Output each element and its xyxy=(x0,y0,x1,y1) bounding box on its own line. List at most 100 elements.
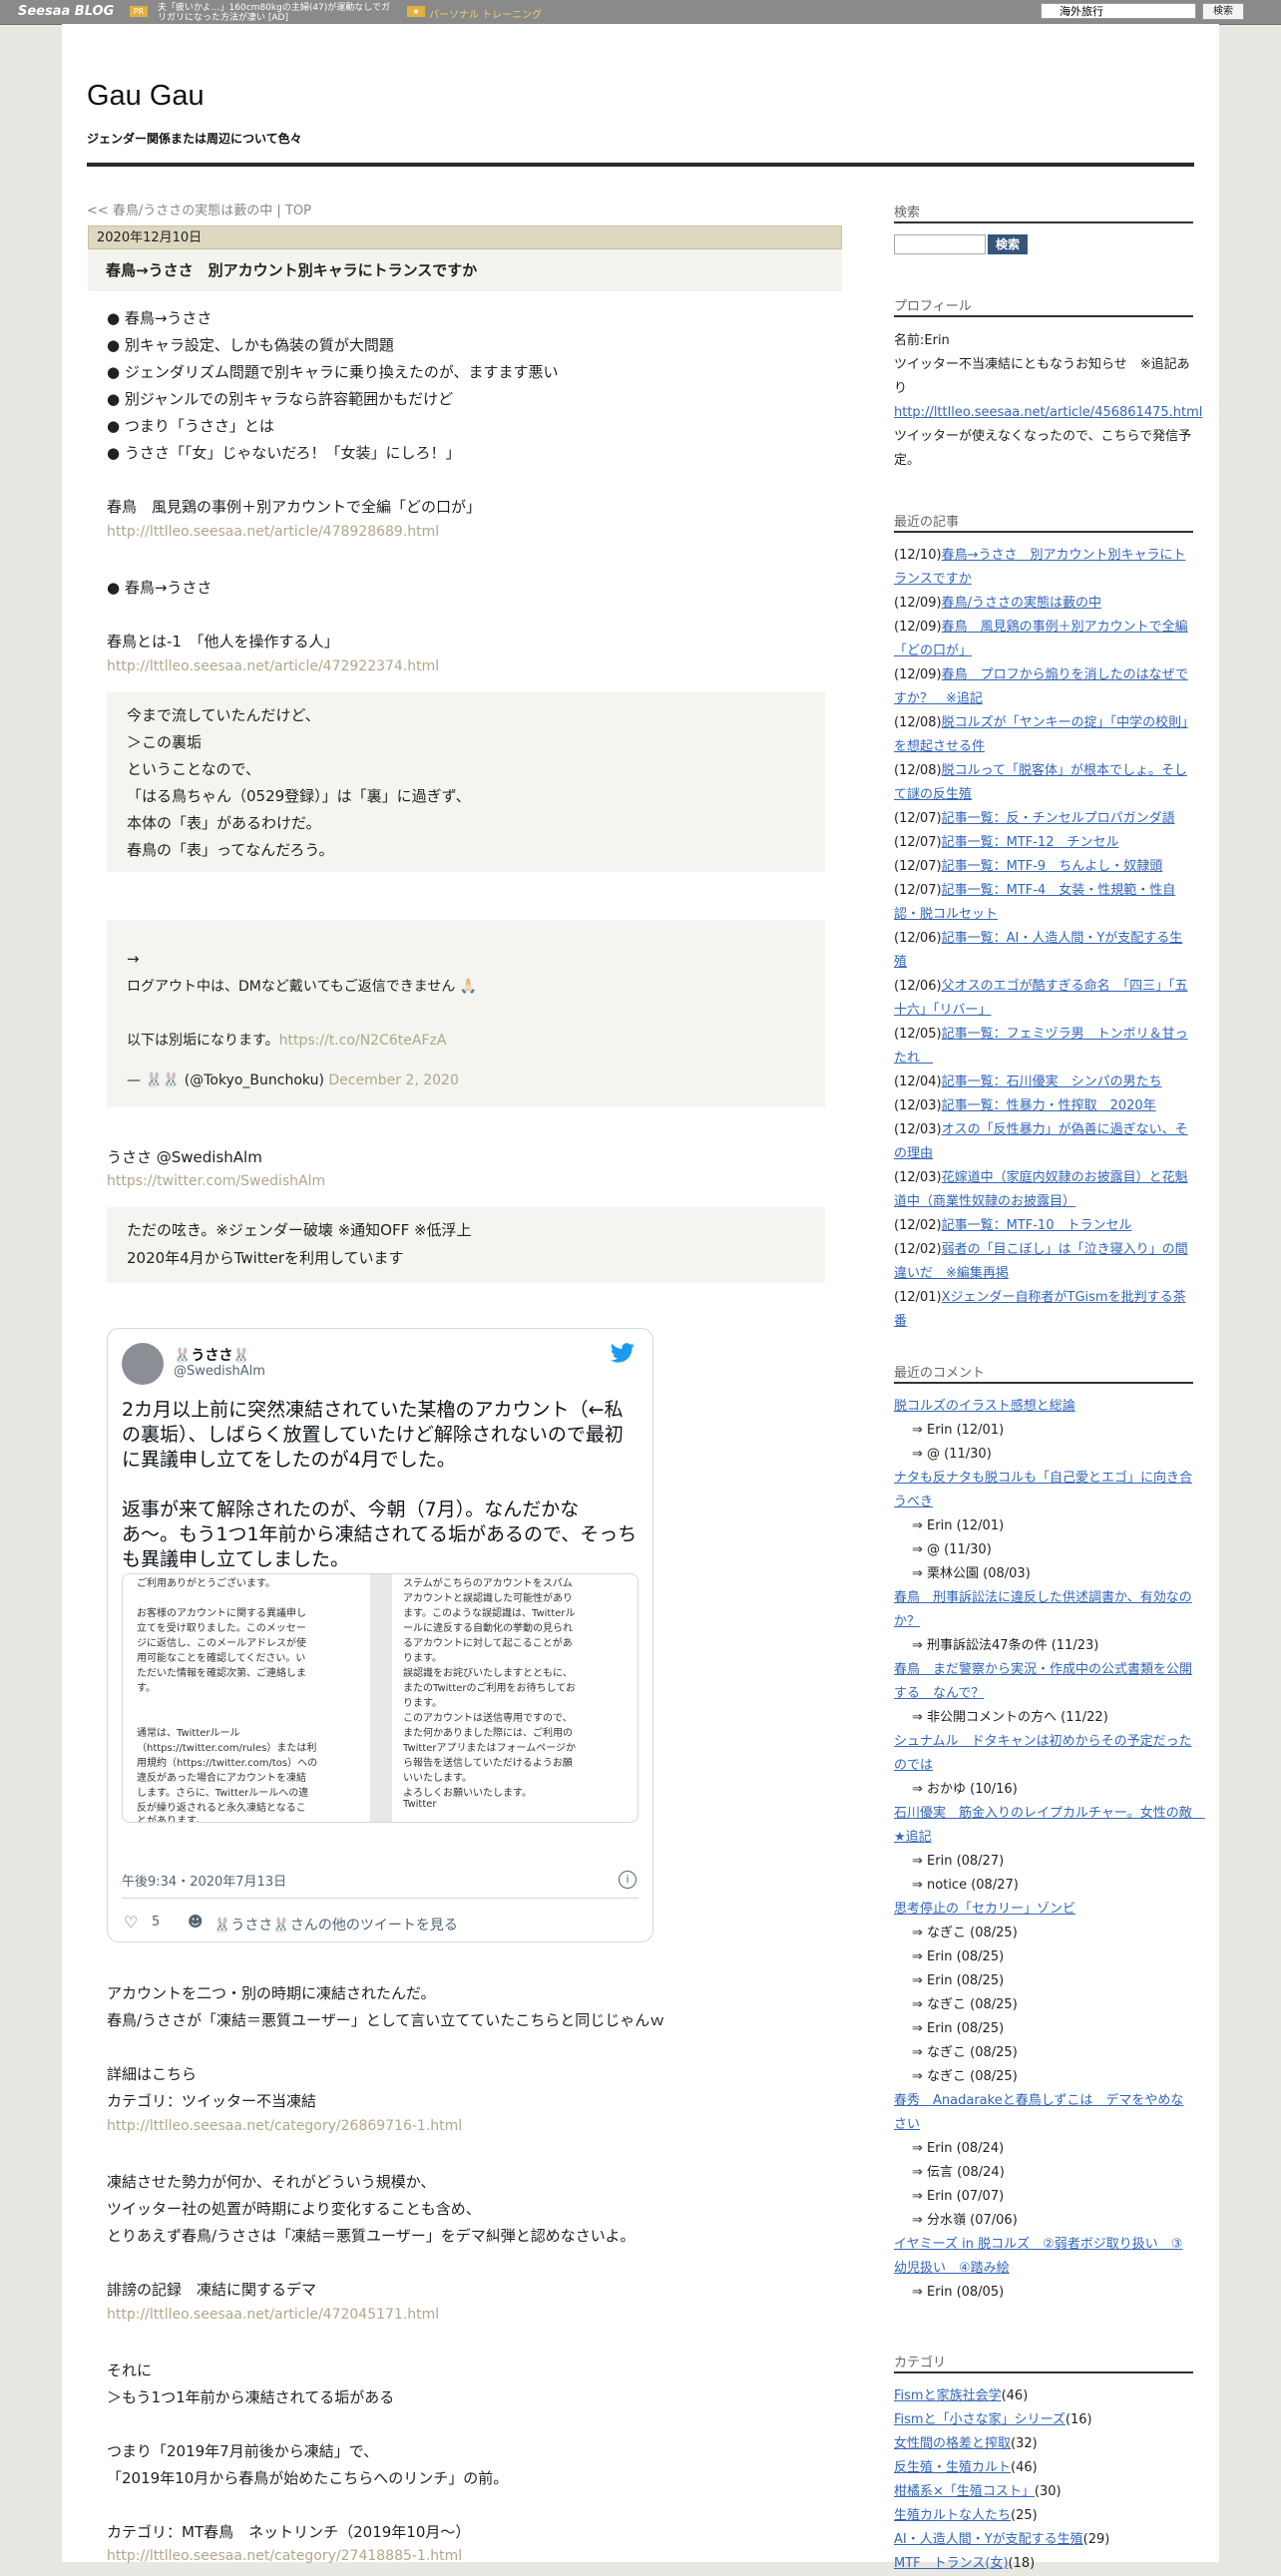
comment-author[interactable]: ⇒ おかゆ (10/16) xyxy=(912,1782,1018,1797)
comment-article-link[interactable]: 春鳥 刑事訴訟法に違反した供述調書か、有効なのか？ xyxy=(894,1590,1192,1629)
profile-link[interactable]: http://lttlleo.seesaa.net/article/456861… xyxy=(894,401,1202,425)
recent-article-link[interactable]: 記事一覧：反・チンセルプロパガンダ語 xyxy=(942,811,1175,826)
avatar[interactable] xyxy=(122,1343,164,1385)
comment-author[interactable]: ⇒ Erin (08/27) xyxy=(912,1854,1004,1869)
recent-date: (12/09) xyxy=(894,596,942,611)
tweet-text-line: あ〜。もう1つ1年前から凍結されてる垢があるので、そっち xyxy=(122,1523,638,1545)
recent-date: (12/09) xyxy=(894,620,942,635)
recent-article-link[interactable]: 記事一覧：MTF-12 チンセル xyxy=(942,835,1119,850)
ad-link[interactable]: 夫「疲いかよ…」160cm80kgの主婦(47)が運動なしでガリガリになった方法… xyxy=(158,3,397,23)
comment-author[interactable]: ⇒ 伝言 (08/24) xyxy=(912,2165,1005,2180)
comment-article-link[interactable]: 春鳥 まだ警察から実況・作成中の公式書類を公開する なんで？ xyxy=(894,1662,1192,1701)
comment-item: ⇒ Erin (12/01) xyxy=(894,1514,1193,1538)
comment-article-link[interactable]: 石川優実 筋金入りのレイプカルチャー。女性の敵 ★追記 xyxy=(894,1806,1205,1845)
paragraph-9-line: それに xyxy=(107,2361,153,2379)
sidebar-search-input[interactable] xyxy=(894,234,986,254)
comment-article-link[interactable]: 思考停止の「セカリー」ゾンビ xyxy=(894,1902,1075,1917)
article-link-4[interactable]: http://lttlleo.seesaa.net/category/26869… xyxy=(107,2118,462,2134)
more-tweets-link[interactable]: 🐰うささ🐰さんの他のツイートを見る xyxy=(214,1915,458,1934)
comment-author[interactable]: ⇒ 刑事訴訟法47条の件 (11/23) xyxy=(912,1638,1098,1653)
category-link[interactable]: 柑橘系×「生殖コスト」 xyxy=(894,2484,1035,2499)
recent-article-link[interactable]: 春鳥/うささの実態は藪の中 xyxy=(942,596,1101,611)
article-link-1[interactable]: http://lttlleo.seesaa.net/article/478928… xyxy=(107,524,439,540)
comment-author[interactable]: ⇒ 非公開コメントの方へ (11/22) xyxy=(912,1710,1108,1725)
image-text: ステムがこちらのアカウントをスパム xyxy=(403,1578,573,1589)
category-link[interactable]: Fismと家族社会学 xyxy=(894,2388,1002,2403)
comment-author[interactable]: ⇒ @ (11/30) xyxy=(912,1447,992,1462)
recent-article-link[interactable]: 記事一覧：石川優実 シンパの男たち xyxy=(942,1074,1162,1089)
comment-article-link[interactable]: ナタも反ナタも脱コルも「自己愛とエゴ」に向き合うべき xyxy=(894,1471,1192,1509)
category-link[interactable]: MTF トランス(女) xyxy=(894,2556,1009,2571)
list-item: (12/07)記事一覧：MTF-9 ちんよし・奴隷頭 xyxy=(894,855,1193,879)
comment-author[interactable]: ⇒ Erin (12/01) xyxy=(912,1518,1004,1533)
comment-author[interactable]: ⇒ なぎこ (08/25) xyxy=(912,1997,1018,2012)
tweet-author-handle[interactable]: @SwedishAlm xyxy=(174,1364,265,1379)
paragraph-3: 春鳥とは-1 「他人を操作する人」 xyxy=(107,633,339,650)
image-text: します。さらに、Twitterルールへの違 xyxy=(137,1788,309,1799)
comment-article-link[interactable]: シュナムル ドタキャンは初めからその予定だったのでは xyxy=(894,1734,1192,1773)
recent-comments-list: 脱コルズのイラスト感想と総論 ⇒ Erin (12/01) ⇒ @ (11/30) ナ… xyxy=(894,1395,1205,2305)
image-text: お客様のアカウントに関する異議申し xyxy=(137,1608,306,1619)
breadcrumb[interactable]: << 春鳥/うささの実態は藪の中 | TOP xyxy=(87,200,311,218)
bullet-2: ● 別キャラ設定、しかも偽装の質が大問題 xyxy=(107,336,394,354)
comment-author[interactable]: ⇒ なぎこ (08/25) xyxy=(912,1926,1018,1940)
twitter-bird-icon[interactable] xyxy=(611,1343,635,1363)
topbar-search-input[interactable] xyxy=(1041,3,1196,19)
category-link[interactable]: 生殖カルトな人たち xyxy=(894,2508,1011,2523)
comment-author[interactable]: ⇒ 栗林公園 (08/03) xyxy=(912,1566,1031,1581)
category-count: (46) xyxy=(1001,2388,1029,2403)
comment-author[interactable]: ⇒ Erin (08/25) xyxy=(912,1973,1004,1988)
article-link-3[interactable]: https://twitter.com/SwedishAlm xyxy=(107,1173,325,1189)
article-link-2[interactable]: http://lttlleo.seesaa.net/article/472922… xyxy=(107,658,439,674)
tweet-short-link[interactable]: https://t.co/N2C6teAFzA xyxy=(279,1033,447,1049)
embedded-tweet[interactable]: 🐰うささ🐰 @SwedishAlm 2カ月以上前に突然凍結されていた某櫓のアカウ… xyxy=(107,1328,653,1942)
quote-line: ただの呟き。※ジェンダー破壊 ※通知OFF ※低浮上 xyxy=(127,1221,472,1239)
comment-author[interactable]: ⇒ @ (11/30) xyxy=(912,1542,992,1557)
recent-date: (12/07) xyxy=(894,883,942,898)
recent-date: (12/10) xyxy=(894,548,942,563)
comment-item: ⇒ 栗林公園 (08/03) xyxy=(894,1562,1193,1586)
quote-text: 以下は別垢になります。 xyxy=(127,1033,279,1049)
quote-sig: — 🐰🐰 (@Tokyo_Bunchoku) xyxy=(127,1073,324,1088)
comment-article-link[interactable]: イヤミーズ in 脱コルズ ②弱者ボジ取り扱い ③幼児扱い ④踏み絵 xyxy=(894,2237,1182,2276)
topbar-search-button[interactable]: 検索 xyxy=(1202,3,1244,20)
comment-author[interactable]: ⇒ Erin (07/07) xyxy=(912,2189,1004,2204)
comment-author[interactable]: ⇒ Erin (08/24) xyxy=(912,2141,1004,2156)
comment-author[interactable]: ⇒ なぎこ (08/25) xyxy=(912,2045,1018,2060)
recent-article-link[interactable]: 記事一覧：MTF-9 ちんよし・奴隷頭 xyxy=(942,859,1163,874)
category-link[interactable]: 女性間の格差と搾取 xyxy=(894,2436,1011,2451)
heart-icon[interactable]: ♡ xyxy=(124,1913,138,1932)
comment-article-item: 春鳥 刑事訴訟法に違反した供述調書か、有効なのか？ xyxy=(894,1586,1193,1634)
comment-author[interactable]: ⇒ なぎこ (08/25) xyxy=(912,2069,1018,2084)
info-icon[interactable]: i xyxy=(619,1871,637,1889)
quote-signature: — 🐰🐰 (@Tokyo_Bunchoku) December 2, 2020 xyxy=(127,1073,459,1088)
tweet-text-line: 返事が来て解除されたのが、今朝（7月）。なんだかな xyxy=(122,1499,580,1520)
recent-article-link[interactable]: 記事一覧：MTF-10 トランセル xyxy=(942,1218,1132,1233)
comment-author[interactable]: ⇒ Erin (08/05) xyxy=(912,2285,1004,2300)
comment-article-link[interactable]: 脱コルズのイラスト感想と総論 xyxy=(894,1399,1075,1414)
comment-author[interactable]: ⇒ Erin (12/01) xyxy=(912,1423,1004,1438)
tweet-timestamp[interactable]: 午後9:34・2020年7月13日 xyxy=(122,1871,286,1890)
comment-article-item: 思考停止の「セカリー」ゾンビ xyxy=(894,1898,1193,1922)
comment-author[interactable]: ⇒ Erin (08/25) xyxy=(912,2021,1004,2036)
tweet-author-name[interactable]: 🐰うささ🐰 xyxy=(174,1345,250,1365)
seesaa-logo[interactable]: Seesaa BLOG xyxy=(18,4,114,19)
recent-date: (12/02) xyxy=(894,1218,942,1233)
category-link[interactable]: 反生殖・生殖カルト xyxy=(894,2460,1011,2475)
sidebar-search-button[interactable]: 検索 xyxy=(988,234,1028,254)
sidebar-search-heading: 検索 xyxy=(894,206,921,220)
category-link[interactable]: Fismと「小さな家」シリーズ xyxy=(894,2412,1066,2427)
recent-article-link[interactable]: 記事一覧：性暴力・性搾取 2020年 xyxy=(942,1098,1156,1113)
comment-article-link[interactable]: 春秀 Anadarakeと春鳥しずこは デマをやめなさい xyxy=(894,2093,1183,2132)
blog-title[interactable]: Gau Gau xyxy=(87,80,205,113)
comment-author[interactable]: ⇒ 分水嶺 (07/06) xyxy=(912,2213,1018,2228)
tweet-date-link[interactable]: December 2, 2020 xyxy=(328,1073,458,1088)
ad2-link[interactable]: パーソナル トレーニング xyxy=(429,6,542,21)
comment-author[interactable]: ⇒ Erin (08/25) xyxy=(912,1949,1004,1964)
quote-line: ログアウト中は、DMなど戴いてもご返信できません 🙏🏻 xyxy=(127,979,478,995)
bullet-5: ● つまり「うささ」とは xyxy=(107,417,274,435)
tweet-image[interactable]: ご利用ありがとうございます。 お客様のアカウントに関する異議申し 立てを受け取り… xyxy=(122,1573,639,1823)
comment-author[interactable]: ⇒ notice (08/27) xyxy=(912,1878,1019,1893)
article-link-5[interactable]: http://lttlleo.seesaa.net/article/472045… xyxy=(107,2307,439,2323)
category-link[interactable]: AI・人造人間・Yが支配する生殖 xyxy=(894,2532,1083,2547)
